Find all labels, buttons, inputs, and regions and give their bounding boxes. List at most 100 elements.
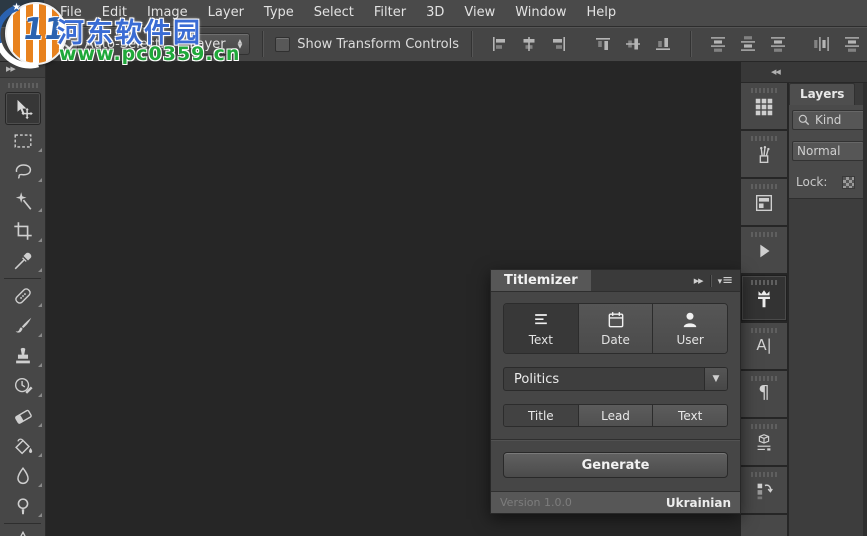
blur-tool[interactable] (0, 461, 46, 491)
history-brush-tool[interactable] (0, 371, 46, 401)
extensions-grid-panel-button[interactable] (741, 83, 787, 129)
photoshop-window: Ps File Edit Image Layer Type Select Fil… (0, 0, 867, 536)
toolbar-grip[interactable] (8, 83, 38, 88)
layer-filter-dropdown[interactable]: Kind (792, 110, 867, 130)
3d-properties-panel-button[interactable] (741, 419, 787, 465)
blur-tool-icon (12, 465, 34, 487)
eyedropper-tool[interactable] (0, 246, 46, 276)
menu-bar: Ps File Edit Image Layer Type Select Fil… (0, 0, 867, 27)
segment-lead[interactable]: Lead (579, 405, 654, 426)
generate-button[interactable]: Generate (503, 452, 728, 478)
toolbar-divider (4, 523, 41, 524)
history-brush-tool-icon (12, 375, 34, 397)
language-label[interactable]: Ukrainian (666, 496, 731, 510)
move-tool[interactable] (5, 92, 41, 125)
menu-file[interactable]: File (50, 0, 92, 26)
menu-select[interactable]: Select (304, 0, 364, 26)
marquee-tool-icon (12, 130, 34, 152)
panel-collapse-icon[interactable]: ▶▶ (694, 277, 703, 285)
segment-title[interactable]: Title (504, 405, 579, 426)
tab-user[interactable]: User (653, 304, 727, 353)
distribute-h-center-icon[interactable] (843, 33, 861, 55)
actions-panel-button[interactable] (741, 227, 787, 273)
paragraph-panel-button[interactable]: ¶ (741, 371, 787, 417)
magic-wand-tool[interactable] (0, 186, 46, 216)
lasso-tool-icon (12, 160, 34, 182)
panel-divider (491, 439, 740, 440)
titlemizer-header[interactable]: Titlemizer ▶▶ ▾≡ (491, 270, 740, 292)
tab-layers[interactable]: Layers (789, 83, 855, 105)
category-dropdown[interactable]: Politics ▼ (503, 367, 728, 391)
tab-date[interactable]: Date (579, 304, 654, 353)
align-top-icon[interactable] (594, 33, 612, 55)
lock-label: Lock: (796, 175, 827, 189)
align-bottom-icon[interactable] (654, 33, 672, 55)
options-bar: Auto-Select: Layer ▲▼ Show Transform Con… (0, 27, 867, 62)
layout-panel-button[interactable] (741, 179, 787, 225)
align-right-icon[interactable] (548, 35, 570, 53)
paragraph-panel-icon: ¶ (758, 384, 769, 402)
menu-3d[interactable]: 3D (416, 0, 454, 26)
pen-tool-icon (12, 530, 34, 536)
brush-presets-panel-button[interactable] (741, 131, 787, 177)
lasso-tool[interactable] (0, 156, 46, 186)
tool-preset-area[interactable] (0, 27, 63, 61)
menu-help[interactable]: Help (577, 0, 627, 26)
crop-tool[interactable] (0, 216, 46, 246)
pen-tool[interactable] (0, 526, 46, 536)
menu-edit[interactable]: Edit (92, 0, 137, 26)
auto-select-checkbox[interactable] (63, 37, 78, 52)
eraser-tool[interactable] (0, 401, 46, 431)
magic-wand-tool-icon (12, 190, 34, 212)
marquee-tool[interactable] (0, 126, 46, 156)
distribute-left-icon[interactable] (813, 33, 831, 55)
distribute-top-icon[interactable] (707, 35, 729, 53)
distribute-v-center-icon[interactable] (737, 35, 759, 53)
titlemizer-tab-title[interactable]: Titlemizer (491, 270, 591, 291)
layers-list-area[interactable] (789, 198, 863, 536)
dropdown-arrow-button[interactable]: ▼ (704, 368, 727, 390)
tab-text[interactable]: Text (504, 304, 579, 353)
dodge-tool[interactable] (0, 491, 46, 521)
eyedropper-tool-icon (12, 250, 34, 272)
lock-transparency-icon[interactable] (842, 176, 855, 189)
photoshop-logo: Ps (0, 0, 44, 27)
layer-filter-value: Kind (815, 113, 841, 127)
show-transform-checkbox[interactable] (275, 37, 290, 52)
toolbar-collapse-icon[interactable]: ▶▶ (0, 62, 45, 78)
show-transform-label: Show Transform Controls (297, 37, 459, 52)
menu-filter[interactable]: Filter (364, 0, 416, 26)
extensions-grid-icon (753, 96, 775, 118)
titlemizer-footer: Version 1.0.0 Ukrainian (491, 491, 740, 513)
options-separator (262, 31, 263, 57)
menu-view[interactable]: View (454, 0, 505, 26)
calendar-icon (605, 310, 627, 330)
paint-bucket-tool[interactable] (0, 431, 46, 461)
empty-strip-cell (741, 515, 787, 536)
segment-text[interactable]: Text (653, 405, 727, 426)
layers-panel: Layers Kind Normal Lock: (789, 83, 867, 536)
auto-select-target-dropdown[interactable]: Layer ▲▼ (178, 33, 250, 55)
menu-type[interactable]: Type (254, 0, 304, 26)
menu-image[interactable]: Image (137, 0, 198, 26)
brush-tool[interactable] (0, 311, 46, 341)
distribute-bottom-icon[interactable] (767, 35, 789, 53)
history-panel-button[interactable] (741, 467, 787, 513)
crop-tool-icon (12, 220, 34, 242)
options-separator (690, 31, 691, 57)
blend-mode-dropdown[interactable]: Normal (792, 141, 864, 161)
clone-stamp-tool[interactable] (0, 341, 46, 371)
version-label: Version 1.0.0 (500, 496, 572, 509)
align-h-center-icon[interactable] (518, 35, 540, 53)
tools-panel: ▶▶ (0, 62, 46, 536)
dock-collapse-icon[interactable]: ◀◀ (741, 62, 867, 83)
spot-healing-tool[interactable] (0, 281, 46, 311)
character-panel-button[interactable]: A| (741, 323, 787, 369)
align-left-icon[interactable] (488, 35, 510, 53)
menu-window[interactable]: Window (505, 0, 576, 26)
panel-menu-icon[interactable]: ▾≡ (718, 273, 733, 288)
character-panel-icon: A| (756, 336, 771, 354)
titlemizer-panel-button[interactable] (741, 275, 787, 321)
align-v-center-icon[interactable] (624, 33, 642, 55)
menu-layer[interactable]: Layer (198, 0, 254, 26)
